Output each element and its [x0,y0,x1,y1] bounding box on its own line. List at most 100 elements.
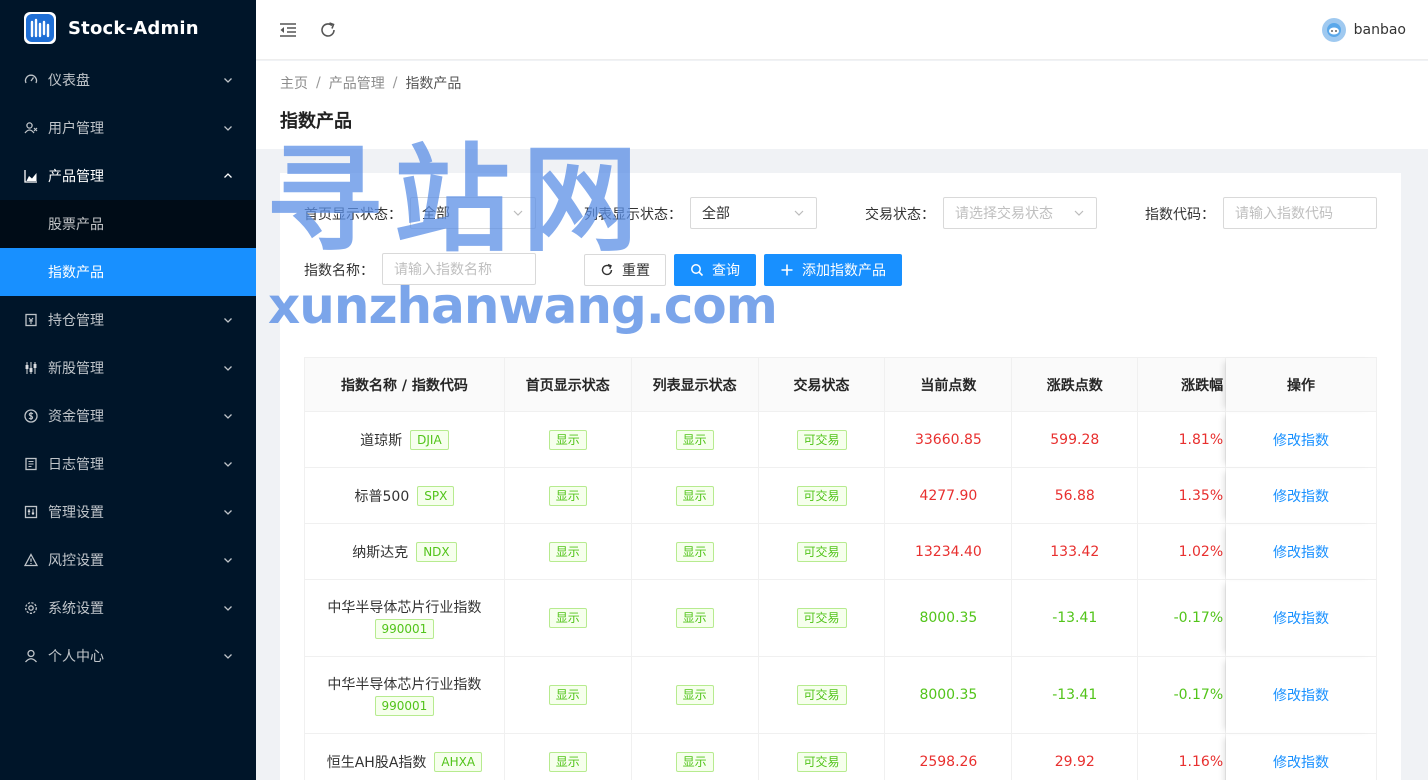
index-name-label: 指数名称： [304,263,374,279]
index-code-input[interactable]: 请输入指数代码 [1223,197,1377,229]
action-cell: 修改指数 [1226,412,1377,468]
chevron-down-icon [222,506,234,518]
status-badge: 可交易 [796,685,847,705]
home-status-label: 首页显示状态： [304,207,402,223]
sidebar-item[interactable]: 风控设置 [0,536,256,584]
column-header: 涨跌点数 [1012,358,1139,412]
sidebar-item-label: 风控设置 [48,553,104,569]
query-button[interactable]: 查询 [674,254,756,286]
user-menu[interactable]: banbao [1321,0,1406,60]
app-title: Stock-Admin [68,17,199,39]
change-percent-cell: 1.35% [1138,468,1227,524]
change-percent-cell: 1.16% [1138,734,1227,780]
breadcrumb-separator: / [316,75,321,91]
table-row: 纳斯达克 NDX 显示 显示 可交易 13234.40 133.42 1.02% 修改指数 [305,524,1377,580]
column-header: 涨跌幅 [1138,358,1227,412]
breadcrumb-separator: / [392,75,398,91]
sidebar-subitem[interactable]: 股票产品 [0,200,256,248]
trade-status-select[interactable]: 请选择交易状态 [943,197,1097,229]
breadcrumb-current: 指数产品 [405,76,462,92]
query-button-label: 查询 [712,263,740,279]
trade-status-cell: 可交易 [758,657,886,734]
index-code-tag: 990001 [374,619,435,639]
reset-button[interactable]: 重置 [584,254,666,286]
chevron-down-icon [222,650,234,662]
sidebar-item[interactable]: 产品管理 [0,152,256,200]
status-badge: 显示 [548,751,587,772]
table-row: 道琼斯 DJIA 显示 显示 可交易 33660.85 599.28 1.81% 修改指数 [305,412,1377,468]
sidebar-item-label: 个人中心 [48,649,104,665]
change-points-cell: 29.92 [1012,734,1139,780]
trade-status-cell: 可交易 [758,412,886,468]
logo[interactable]: Stock-Admin [0,0,256,56]
index-name-input[interactable]: 请输入指数名称 [382,253,536,285]
control-icon [24,505,38,519]
edit-index-link[interactable]: 修改指数 [1273,430,1329,450]
change-percent-cell: -0.17% [1138,657,1227,734]
edit-index-link[interactable]: 修改指数 [1273,486,1329,506]
sidebar-item-label: 产品管理 [48,169,104,185]
index-name: 恒生AH股A指数 [326,754,427,771]
change-percent-cell: 1.81% [1138,412,1227,468]
sidebar-item[interactable]: 仪表盘 [0,56,256,104]
edit-index-link[interactable]: 修改指数 [1273,542,1329,562]
index-name: 纳斯达克 [352,544,409,561]
index-name: 中华半导体芯片行业指数 [327,677,482,693]
index-name: 中华半导体芯片行业指数 [327,600,482,616]
home-status-cell: 显示 [504,524,632,580]
sidebar-item[interactable]: 新股管理 [0,344,256,392]
avatar [1321,18,1346,42]
change-points-cell: -13.41 [1012,580,1139,657]
sidebar-item[interactable]: 日志管理 [0,440,256,488]
chevron-down-icon [222,410,234,422]
content-card: 首页显示状态： 全部 列表显示状态： 全部 交易状态： 请选择交易状态 指数代码… [280,173,1401,780]
breadcrumb-parent[interactable]: 产品管理 [329,73,385,93]
trade-status-cell: 可交易 [758,524,886,580]
sidebar-item[interactable]: 个人中心 [0,632,256,680]
action-cell: 修改指数 [1226,524,1377,580]
list-status-cell: 显示 [631,412,759,468]
current-price-cell: 4277.90 [885,468,1013,524]
sidebar-menu: 仪表盘 用户管理产品管理股票产品 指数产品 持仓管理新股管理资金管理日志管理管理设置风… [0,56,256,680]
sidebar-item-label: 资金管理 [48,409,104,425]
sidebar-item-label: 管理设置 [48,505,104,521]
edit-index-link[interactable]: 修改指数 [1273,608,1329,628]
index-code-placeholder: 请输入指数代码 [1235,206,1333,222]
page-title: 指数产品 [280,111,352,132]
trade-status-placeholder: 请选择交易状态 [955,206,1053,222]
list-status-cell: 显示 [631,657,759,734]
edit-index-link[interactable]: 修改指数 [1273,752,1329,772]
setting-icon [24,601,38,615]
sidebar-item-label: 新股管理 [48,361,104,377]
chevron-down-icon [1073,207,1085,219]
index-code-tag: 990001 [374,696,435,716]
sidebar-item[interactable]: 资金管理 [0,392,256,440]
column-header: 交易状态 [758,358,886,412]
sidebar-subitem[interactable]: 指数产品 [0,248,256,296]
sidebar-submenu: 股票产品 指数产品 [0,200,256,296]
breadcrumb-home[interactable]: 主页 [280,73,308,93]
reload-icon[interactable] [318,20,338,40]
sidebar-item[interactable]: 用户管理 [0,104,256,152]
list-status-select[interactable]: 全部 [690,197,817,229]
sidebar-item[interactable]: 系统设置 [0,584,256,632]
sidebar: Stock-Admin 仪表盘 用户管理产品管理股票产品 指数产品 持仓管理新股管理资… [0,0,256,780]
sidebar-item[interactable]: 持仓管理 [0,296,256,344]
index-code-tag: NDX [416,541,457,562]
index-code-label: 指数代码： [1145,207,1215,223]
name-cell: 道琼斯 DJIA [305,412,505,468]
home-status-select[interactable]: 全部 [410,197,536,229]
top-header: banbao [256,0,1428,60]
menu-fold-icon[interactable] [278,20,298,40]
index-table: 指数名称 / 指数代码 首页显示状态 列表显示状态 交易状态 当前点数 涨跌点数 涨跌幅 操作… [304,357,1377,780]
table-row: 标普500 SPX 显示 显示 可交易 4277.90 56.88 1.35% 修改指数 [305,468,1377,524]
add-index-button[interactable]: 添加指数产品 [764,254,902,286]
chevron-down-icon [222,602,234,614]
status-badge: 显示 [548,429,587,450]
trade-status-label: 交易状态： [865,207,935,223]
status-badge: 可交易 [796,429,847,450]
sidebar-item[interactable]: 管理设置 [0,488,256,536]
edit-index-link[interactable]: 修改指数 [1273,685,1329,705]
trade-status-cell: 可交易 [758,468,886,524]
table-row: 中华半导体芯片行业指数 990001 显示 显示 可交易 8000.35 -13.41 -0.… [305,657,1377,734]
